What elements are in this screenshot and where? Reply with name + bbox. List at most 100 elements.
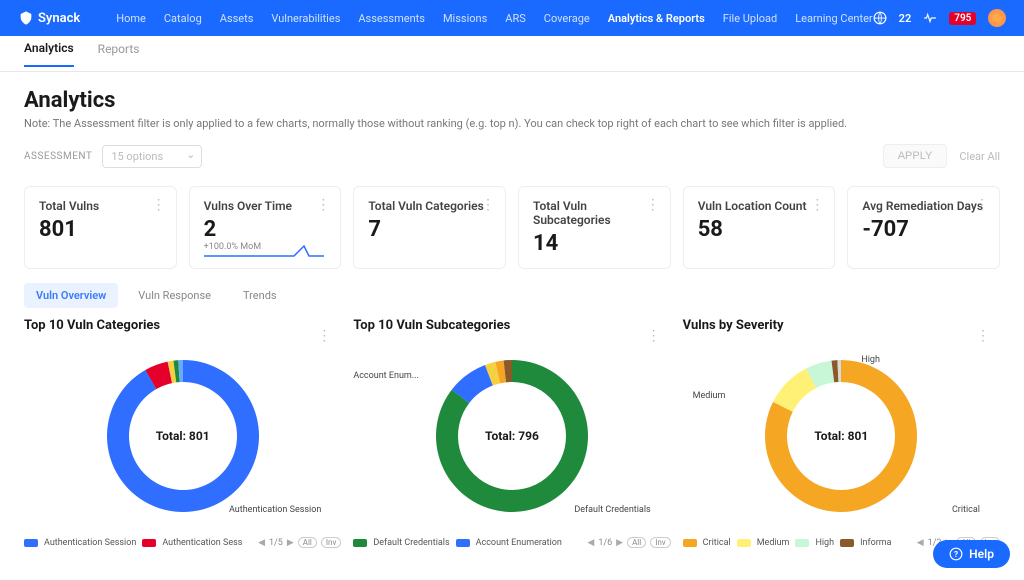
nav-item-assets[interactable]: Assets [220,12,254,25]
legend-pager: ◀ 1/5 ▶ All Inv [258,537,341,548]
page-content: Analytics Note: The Assessment filter is… [0,72,1024,564]
nav-item-catalog[interactable]: Catalog [164,12,202,25]
kpi-value: 7 [368,217,491,242]
help-icon: ? [949,547,963,561]
kebab-icon[interactable]: ⋮ [316,197,330,213]
legend-swatch [142,539,156,547]
legend-inv[interactable]: Inv [650,537,670,548]
nav-item-learning-center[interactable]: Learning Center [795,12,872,25]
legend-label: Account Enumeration [476,538,562,548]
next-icon[interactable]: ▶ [616,538,623,548]
legend-inv[interactable]: Inv [321,537,341,548]
help-label: Help [969,547,994,561]
legend-label: High [815,538,834,548]
nav-item-vulnerabilities[interactable]: Vulnerabilities [271,12,340,25]
prev-icon[interactable]: ◀ [587,538,594,548]
legend-row: Default CredentialsAccount Enumeration◀1… [353,537,670,548]
help-button[interactable]: ? Help [933,540,1010,568]
chart-callout: High [861,355,880,365]
legend-label: Medium [757,538,790,548]
brand-name: Synack [38,11,80,26]
svg-text:?: ? [954,549,958,559]
filter-row: ASSESSMENT 15 options APPLY Clear All [24,144,1000,168]
kpi-title: Total Vulns [39,199,162,213]
kebab-icon[interactable]: ⋮ [810,197,824,213]
kpi-value: 58 [698,217,821,242]
donut-wrap: Total: 801Authentication Session [24,341,341,531]
clear-all-button[interactable]: Clear All [959,150,1000,163]
legend-label: Informa [860,538,892,548]
kpi-value: 14 [533,231,656,256]
chart-callout: Medium [693,391,726,401]
kpi-card: ⋮Avg Remediation Days -707 [847,186,1000,269]
donut-wrap: Total: 796Account Enum...Default Credent… [353,341,670,531]
chart-callout: Default Credentials [574,505,650,515]
kpi-value: 2 [204,217,327,242]
legend-label: Authentication Session [44,538,136,548]
chart-title: Top 10 Vuln Categories [24,318,341,333]
chart-card: ⋮Top 10 Vuln SubcategoriesTotal: 796Acco… [353,318,670,548]
kpi-card: ⋮Vulns Over Time2+100.0% MoM [189,186,342,269]
nav-item-assessments[interactable]: Assessments [358,12,425,25]
brand-logo[interactable]: Synack [18,10,80,26]
legend-swatch [795,539,809,547]
legend-swatch [353,539,367,547]
brand-icon [18,10,34,26]
kpi-card: ⋮Total Vuln Subcategories 14 [518,186,671,269]
charts-row: ⋮Top 10 Vuln CategoriesTotal: 801Authent… [24,318,1000,548]
prev-icon[interactable]: ◀ [917,538,924,548]
page-note: Note: The Assessment filter is only appl… [24,117,1000,130]
subtab-analytics[interactable]: Analytics [24,41,74,67]
kebab-icon[interactable]: ⋮ [481,197,495,213]
legend-swatch [737,539,751,547]
nav-count: 22 [899,12,912,25]
nav-item-coverage[interactable]: Coverage [544,12,590,25]
chart-callout: Authentication Session [229,505,321,515]
overview-tab-vuln-response[interactable]: Vuln Response [126,283,223,308]
overview-tabs: Vuln Overview Vuln Response Trends [24,283,1000,308]
apply-button[interactable]: APPLY [883,144,948,168]
avatar[interactable] [988,9,1006,27]
nav-item-file-upload[interactable]: File Upload [723,12,777,25]
chart-callout: Critical [952,505,980,515]
overview-tab-trends[interactable]: Trends [231,283,289,308]
legend-swatch [683,539,697,547]
kpi-card: ⋮Vuln Location Count 58 [683,186,836,269]
subtab-reports[interactable]: Reports [98,42,140,66]
legend-swatch [840,539,854,547]
kpi-value: -707 [862,217,985,242]
nav-item-missions[interactable]: Missions [443,12,487,25]
page-title: Analytics [24,88,1000,113]
kebab-icon[interactable]: ⋮ [975,197,989,213]
nav-item-ars[interactable]: ARS [505,12,526,25]
overview-tab-vuln-overview[interactable]: Vuln Overview [24,283,118,308]
nav-item-analytics-reports[interactable]: Analytics & Reports [608,12,705,25]
notification-badge[interactable]: 795 [949,12,976,25]
legend-page: 1/5 [269,538,283,548]
legend-pager: ◀1/6▶AllInv [587,537,670,548]
kebab-icon[interactable]: ⋮ [646,197,660,213]
kpi-title: Vuln Location Count [698,199,821,213]
pulse-icon[interactable] [923,11,937,25]
legend-label: Default Credentials [373,538,449,548]
kpi-card: ⋮Total Vuln Categories 7 [353,186,506,269]
chart-title: Top 10 Vuln Subcategories [353,318,670,333]
kebab-icon[interactable]: ⋮ [152,197,166,213]
chart-card: ⋮Vulns by SeverityTotal: 801HighMediumCr… [683,318,1000,548]
legend-all[interactable]: All [627,537,646,548]
kpi-title: Total Vuln Subcategories [533,199,656,227]
legend-swatch [24,539,38,547]
assessment-select[interactable]: 15 options [102,145,202,168]
kpi-title: Total Vuln Categories [368,199,491,213]
globe-icon[interactable] [873,11,887,25]
next-icon[interactable]: ▶ [287,538,294,548]
kpi-title: Vulns Over Time [204,199,327,213]
select-placeholder: 15 options [111,150,163,163]
donut-center-label: Total: 796 [485,429,539,443]
legend-label: Authentication Sess [162,538,242,548]
kpi-title: Avg Remediation Days [862,199,985,213]
prev-icon[interactable]: ◀ [258,538,265,548]
legend-all[interactable]: All [298,537,317,548]
nav-item-home[interactable]: Home [116,12,146,25]
legend-row: Authentication Session Authentication Ses… [24,537,341,548]
